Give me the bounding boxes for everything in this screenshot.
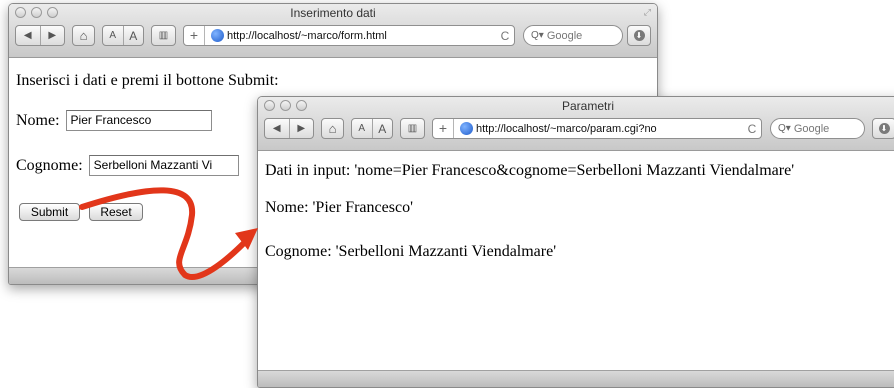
- text-smaller-button[interactable]: A: [103, 26, 123, 45]
- download-icon: ⬇: [878, 123, 890, 134]
- search-placeholder: Google: [546, 29, 583, 42]
- nome-input[interactable]: Pier Francesco: [65, 110, 212, 131]
- title-bar: Inserimento dati ⤢ ◀ ▶ ⌂ A A ▥ + http://…: [9, 4, 657, 58]
- cognome-input[interactable]: Serbelloni Mazzanti Vi: [88, 155, 239, 176]
- browser-window-params: Parametri ◀ ▶ ⌂ A A ▥ + http://localhost…: [257, 96, 894, 388]
- toolbar: ◀ ▶ ⌂ A A ▥ + http://localhost/~marco/pa…: [264, 118, 894, 142]
- download-icon: ⬇: [633, 30, 645, 41]
- downloads-button[interactable]: ⬇: [872, 118, 894, 139]
- address-bar[interactable]: + http://localhost/~marco/param.cgi?no C: [432, 118, 762, 139]
- window-title: Inserimento dati: [290, 6, 376, 20]
- text-smaller-button[interactable]: A: [352, 119, 372, 138]
- input-line: Dati in input: 'nome=Pier Francesco&cogn…: [265, 162, 795, 179]
- downloads-button[interactable]: ⬇: [627, 25, 651, 46]
- text-larger-button[interactable]: A: [122, 26, 144, 45]
- globe-icon: [211, 29, 224, 42]
- title-bar: Parametri ◀ ▶ ⌂ A A ▥ + http://localhost…: [258, 97, 894, 151]
- nav-buttons: ◀ ▶: [15, 25, 65, 46]
- page-content: Dati in input: 'nome=Pier Francesco&cogn…: [258, 151, 894, 371]
- cognome-row: Cognome: Serbelloni Mazzanti Vi: [16, 155, 239, 176]
- status-bar: [258, 370, 894, 387]
- home-button[interactable]: ⌂: [321, 118, 344, 139]
- globe-icon: [460, 122, 473, 135]
- magnifier-icon: Q▾: [778, 123, 791, 134]
- nome-label: Nome:: [16, 111, 60, 129]
- search-field[interactable]: Q▾ Google: [770, 118, 865, 139]
- bookmarks-button[interactable]: ▥: [400, 118, 425, 139]
- resize-icon[interactable]: ⤢: [644, 7, 651, 18]
- text-size-buttons: A A: [102, 25, 144, 46]
- form-buttons: Submit Reset: [19, 203, 219, 223]
- cognome-result: Cognome: 'Serbelloni Mazzanti Viendalmar…: [265, 243, 557, 260]
- cognome-label: Cognome:: [16, 156, 83, 174]
- nome-result: Nome: 'Pier Francesco': [265, 199, 413, 216]
- search-field[interactable]: Q▾ Google: [523, 25, 623, 46]
- reload-button[interactable]: C: [743, 122, 761, 136]
- back-button[interactable]: ◀: [16, 26, 40, 45]
- intro-text: Inserisci i dati e premi il bottone Subm…: [16, 72, 279, 89]
- home-button[interactable]: ⌂: [72, 25, 95, 46]
- search-placeholder: Google: [793, 122, 830, 135]
- reload-button[interactable]: C: [496, 29, 514, 43]
- window-title: Parametri: [561, 99, 614, 113]
- text-size-buttons: A A: [351, 118, 393, 139]
- nome-row: Nome: Pier Francesco: [16, 110, 212, 131]
- text-larger-button[interactable]: A: [371, 119, 393, 138]
- new-tab-button[interactable]: +: [433, 119, 454, 138]
- address-input[interactable]: http://localhost/~marco/form.html: [227, 30, 496, 42]
- submit-button[interactable]: Submit: [19, 203, 80, 221]
- magnifier-icon: Q▾: [531, 30, 544, 41]
- toolbar: ◀ ▶ ⌂ A A ▥ + http://localhost/~marco/fo…: [15, 25, 651, 49]
- address-bar[interactable]: + http://localhost/~marco/form.html C: [183, 25, 515, 46]
- address-input[interactable]: http://localhost/~marco/param.cgi?no: [476, 123, 743, 135]
- forward-button[interactable]: ▶: [39, 26, 65, 45]
- reset-button[interactable]: Reset: [89, 203, 143, 221]
- back-button[interactable]: ◀: [265, 119, 289, 138]
- new-tab-button[interactable]: +: [184, 26, 205, 45]
- bookmarks-button[interactable]: ▥: [151, 25, 176, 46]
- forward-button[interactable]: ▶: [288, 119, 314, 138]
- nav-buttons: ◀ ▶: [264, 118, 314, 139]
